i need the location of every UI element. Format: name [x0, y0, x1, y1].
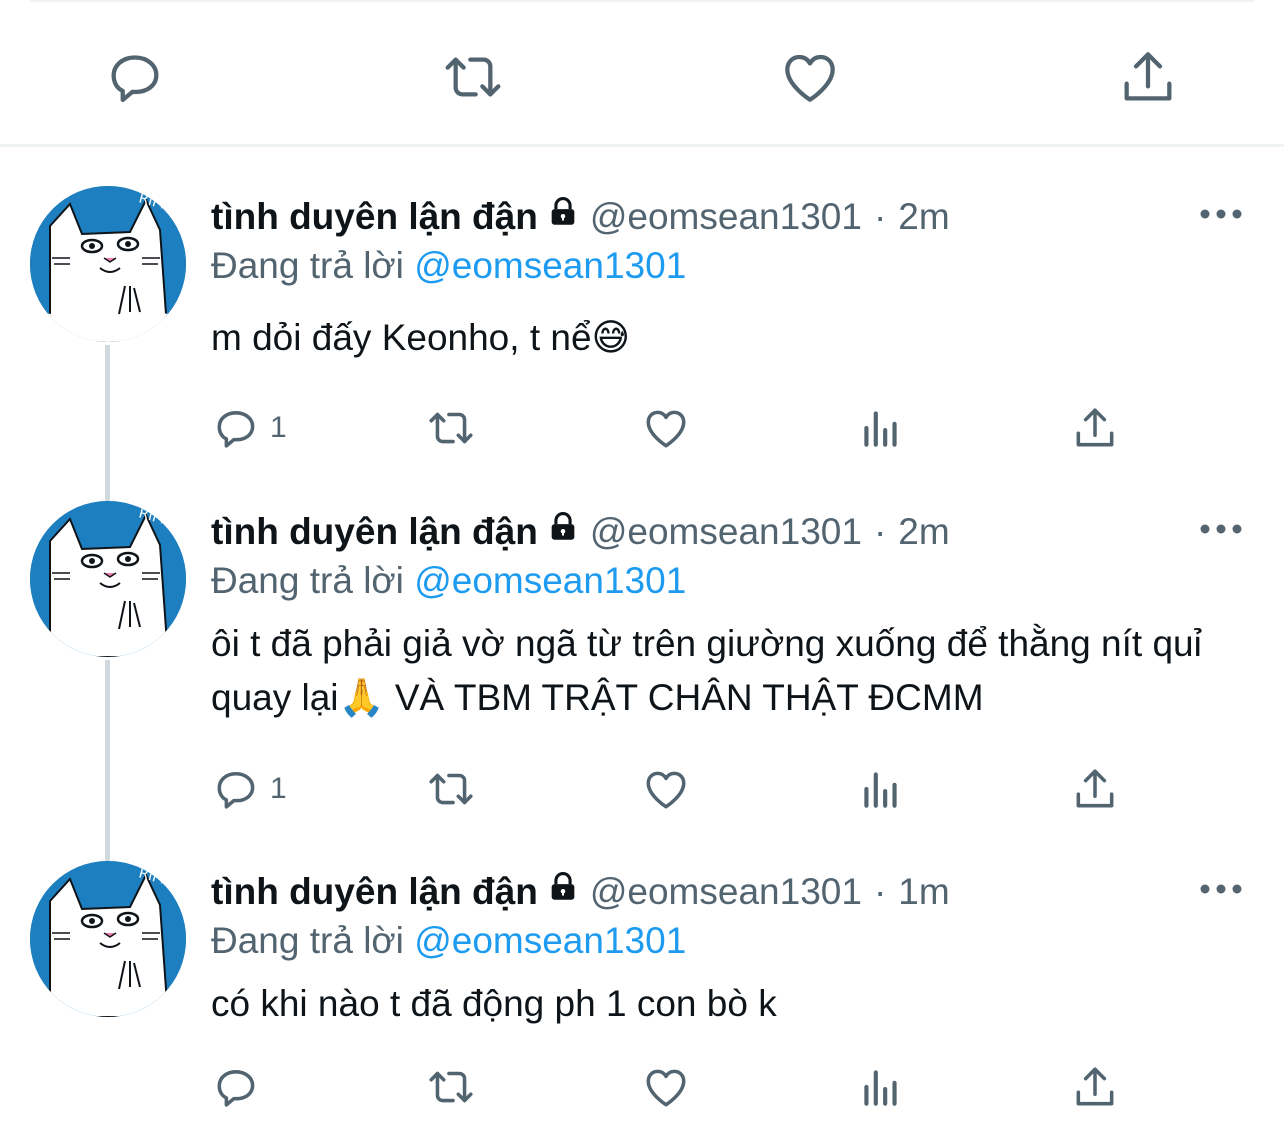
- user-handle[interactable]: @eomsean1301: [590, 507, 862, 557]
- user-handle[interactable]: @eomsean1301: [590, 867, 862, 917]
- more-button[interactable]: [1196, 509, 1246, 549]
- more-icon: [1200, 524, 1242, 534]
- replying-to-mention[interactable]: @eomsean1301: [414, 245, 686, 286]
- cat-avatar-image: RIPND: [30, 186, 186, 342]
- reply-icon: [111, 55, 159, 103]
- tweet-header: tình duyên lận đận @eomsean1301 · 2m: [211, 192, 950, 242]
- share-icon: [1076, 769, 1114, 808]
- retweet-icon: [429, 773, 473, 805]
- more-button[interactable]: [1196, 869, 1246, 909]
- display-name[interactable]: tình duyên lận đận: [211, 192, 538, 242]
- retweet-button[interactable]: [426, 759, 476, 819]
- heart-icon: [646, 771, 686, 809]
- replying-to-mention[interactable]: @eomsean1301: [414, 920, 686, 961]
- replying-to-mention[interactable]: @eomsean1301: [414, 560, 686, 601]
- heart-icon: [785, 54, 835, 102]
- lock-icon: [546, 507, 580, 557]
- top-divider: [30, 0, 1254, 2]
- avatar[interactable]: RIPND: [30, 501, 186, 657]
- retweet-icon: [445, 57, 501, 97]
- timestamp[interactable]: 2m: [898, 507, 949, 557]
- tweet-actions: 1: [0, 759, 1284, 819]
- tweet-actions: [0, 1057, 1284, 1117]
- reply-icon: [217, 1070, 255, 1107]
- retweet-button[interactable]: [438, 42, 508, 112]
- share-icon: [1076, 1067, 1114, 1106]
- section-divider: [0, 144, 1284, 147]
- share-button[interactable]: [1070, 1057, 1120, 1117]
- share-icon: [1124, 52, 1172, 101]
- reply-count: 1: [270, 772, 287, 805]
- retweet-icon: [429, 412, 473, 444]
- retweet-icon: [429, 1071, 473, 1103]
- tweet-text: có khi nào t đã động ph 1 con bò k: [211, 983, 777, 1024]
- cat-avatar-image: RIPND: [30, 861, 186, 1017]
- heart-icon: [646, 1069, 686, 1107]
- replying-to: Đang trả lời @eomsean1301: [211, 916, 686, 966]
- like-button[interactable]: [641, 1057, 691, 1117]
- replying-to-label: Đang trả lời: [211, 560, 404, 601]
- separator-dot: ·: [873, 511, 887, 552]
- timestamp[interactable]: 2m: [898, 192, 949, 242]
- analytics-icon: [864, 772, 897, 808]
- replying-to: Đang trả lời @eomsean1301: [211, 241, 686, 291]
- analytics-button[interactable]: [856, 398, 906, 458]
- replying-to: Đang trả lời @eomsean1301: [211, 556, 686, 606]
- reply-button[interactable]: 1: [212, 398, 287, 458]
- parent-tweet-actions: [0, 30, 1284, 120]
- reply-icon: [217, 772, 255, 809]
- replying-to-label: Đang trả lời: [211, 245, 404, 286]
- share-button[interactable]: [1070, 398, 1120, 458]
- tweet-header: tình duyên lận đận @eomsean1301 · 1m: [211, 867, 950, 917]
- cat-avatar-image: RIPND: [30, 501, 186, 657]
- avatar[interactable]: RIPND: [30, 186, 186, 342]
- analytics-icon: [864, 1070, 897, 1106]
- reply-button[interactable]: 1: [212, 759, 287, 819]
- retweet-button[interactable]: [426, 398, 476, 458]
- display-name[interactable]: tình duyên lận đận: [211, 507, 538, 557]
- tweet-header: tình duyên lận đận @eomsean1301 · 2m: [211, 507, 950, 557]
- separator-dot: ·: [873, 196, 887, 237]
- share-icon: [1076, 408, 1114, 447]
- tweet-actions: 1: [0, 398, 1284, 458]
- share-button[interactable]: [1070, 759, 1120, 819]
- share-button[interactable]: [1113, 42, 1183, 112]
- analytics-icon: [864, 411, 897, 447]
- like-button[interactable]: [641, 759, 691, 819]
- replying-to-label: Đang trả lời: [211, 920, 404, 961]
- more-button[interactable]: [1196, 194, 1246, 234]
- reply-icon: [217, 411, 255, 448]
- lock-icon: [546, 867, 580, 917]
- avatar[interactable]: RIPND: [30, 861, 186, 1017]
- separator-dot: ·: [873, 871, 887, 912]
- display-name[interactable]: tình duyên lận đận: [211, 867, 538, 917]
- lock-icon: [546, 192, 580, 242]
- timestamp[interactable]: 1m: [898, 867, 949, 917]
- analytics-button[interactable]: [856, 1057, 906, 1117]
- heart-icon: [646, 410, 686, 448]
- reply-button[interactable]: [100, 42, 170, 112]
- tweet-text: ôi t đã phải giả vờ ngã từ trên giường x…: [211, 623, 1202, 718]
- analytics-button[interactable]: [856, 759, 906, 819]
- like-button[interactable]: [775, 42, 845, 112]
- like-button[interactable]: [641, 398, 691, 458]
- reply-button[interactable]: [212, 1057, 270, 1117]
- retweet-button[interactable]: [426, 1057, 476, 1117]
- reply-count: 1: [270, 411, 287, 444]
- more-icon: [1200, 884, 1242, 894]
- more-icon: [1200, 209, 1242, 219]
- tweet-text: m dỏi đấy Keonho, t nể😅: [211, 317, 631, 358]
- user-handle[interactable]: @eomsean1301: [590, 192, 862, 242]
